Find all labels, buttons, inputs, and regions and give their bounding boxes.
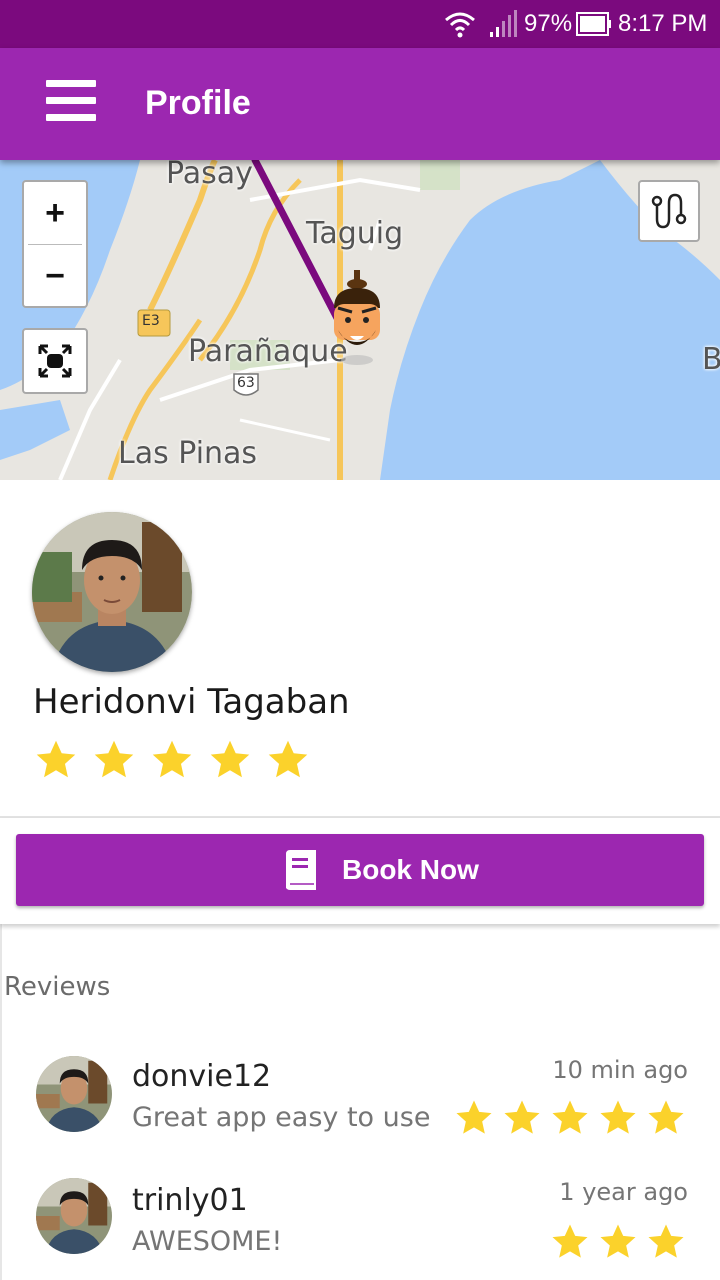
profile-card: Heridonvi Tagaban	[0, 480, 720, 816]
zoom-in-button[interactable]: +	[24, 182, 86, 244]
driver-avatar-marker-icon[interactable]	[326, 268, 388, 368]
star-icon	[456, 1100, 492, 1134]
reviews-title: Reviews	[4, 972, 111, 1002]
fit-to-screen-icon	[38, 344, 72, 378]
map-label-pasay: Pasay	[166, 160, 253, 191]
review-text: AWESOME!	[132, 1226, 283, 1257]
page-title: Profile	[145, 84, 251, 122]
star-icon	[552, 1100, 588, 1134]
map-label-taguig: Taguig	[306, 216, 404, 251]
star-icon	[94, 740, 134, 778]
star-icon	[600, 1100, 636, 1134]
review-item: donvie12 Great app easy to use 10 min ag…	[2, 1048, 720, 1158]
map-label-las-pinas: Las Pinas	[118, 436, 258, 471]
wifi-icon	[445, 12, 475, 38]
fit-to-screen-button[interactable]	[22, 328, 88, 394]
route-toggle-button[interactable]	[638, 180, 700, 242]
star-icon	[552, 1224, 588, 1258]
star-icon	[648, 1224, 684, 1258]
zoom-control: + −	[22, 180, 88, 308]
zoom-out-button[interactable]: −	[24, 245, 86, 307]
map-label-paranaque: Parañaque	[188, 334, 348, 369]
map-view[interactable]: Pasay Taguig Parañaque Las Pinas B E3 63…	[0, 160, 720, 480]
route-icon	[651, 193, 687, 229]
star-icon	[36, 740, 76, 778]
review-text: Great app easy to use	[132, 1102, 431, 1133]
review-item: trinly01 AWESOME! 1 year ago	[2, 1170, 720, 1280]
clock: 8:17 PM	[618, 10, 708, 37]
profile-photo	[32, 512, 192, 672]
review-avatar	[36, 1178, 112, 1254]
star-icon	[210, 740, 250, 778]
battery-percent: 97%	[524, 10, 573, 37]
review-time: 1 year ago	[559, 1178, 688, 1206]
star-icon	[152, 740, 192, 778]
status-bar: 97% 8:17 PM	[0, 0, 720, 48]
signal-icon	[490, 10, 517, 37]
book-card: Book Now	[0, 818, 720, 924]
review-username: donvie12	[132, 1059, 272, 1094]
app-bar: Profile	[0, 48, 720, 160]
review-username: trinly01	[132, 1183, 248, 1218]
avatar	[32, 512, 192, 672]
star-icon	[648, 1100, 684, 1134]
map-label-edge: B	[702, 342, 720, 377]
star-icon	[504, 1100, 540, 1134]
review-rating	[454, 1098, 686, 1138]
road-label-e3: E3	[142, 313, 160, 329]
road-label-63: 63	[237, 375, 255, 391]
book-now-label: Book Now	[342, 854, 479, 885]
battery-icon	[576, 12, 611, 36]
review-avatar	[36, 1056, 112, 1132]
hamburger-menu-icon[interactable]	[46, 80, 98, 126]
review-time: 10 min ago	[552, 1056, 688, 1084]
review-rating	[550, 1222, 686, 1262]
reviews-section: Reviews donvie12 Great app easy to use 1…	[0, 924, 720, 1280]
star-icon	[600, 1224, 636, 1258]
profile-name: Heridonvi Tagaban	[33, 682, 350, 722]
book-icon	[286, 850, 316, 890]
star-icon	[268, 740, 308, 778]
profile-rating	[34, 738, 310, 782]
book-now-button[interactable]: Book Now	[16, 834, 704, 906]
